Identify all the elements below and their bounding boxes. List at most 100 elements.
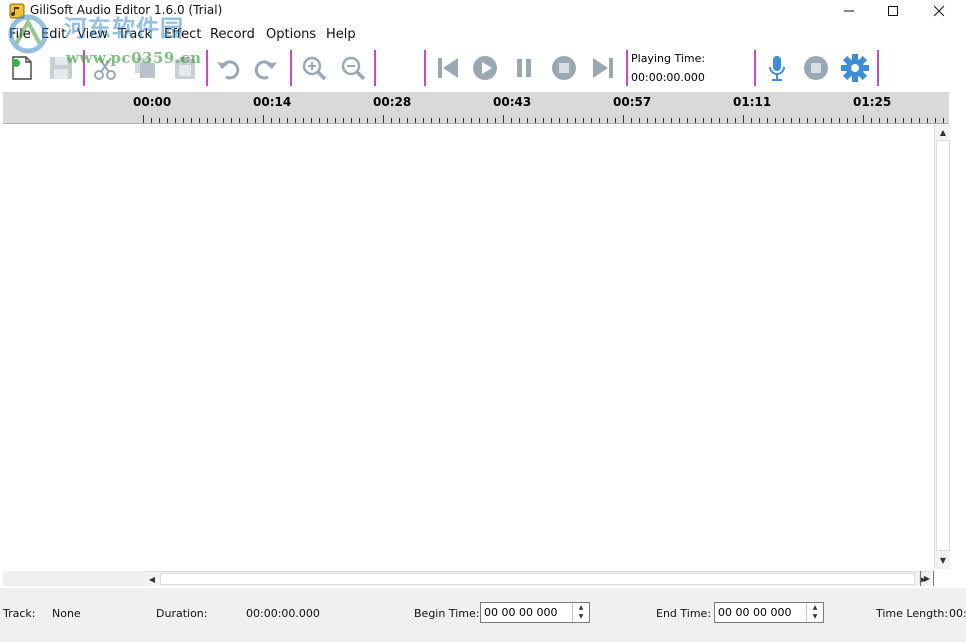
ruler-tick bbox=[607, 118, 608, 123]
vertical-scrollbar[interactable]: ▲ ▼ bbox=[934, 124, 950, 569]
scroll-left-icon[interactable]: ◀ bbox=[145, 572, 159, 586]
ruler-label: 00:14 bbox=[253, 95, 292, 109]
playing-time-value: 00:00:00.000 bbox=[631, 71, 705, 84]
step-down-icon[interactable]: ▼ bbox=[573, 612, 589, 621]
pause-icon[interactable] bbox=[507, 51, 541, 85]
ruler-tick bbox=[391, 118, 392, 123]
step-up-icon[interactable]: ▲ bbox=[573, 603, 589, 612]
watermark-url: www.pc0359.cn bbox=[66, 49, 202, 67]
toolbar-separator bbox=[424, 50, 426, 86]
skip-forward-icon[interactable] bbox=[586, 51, 620, 85]
ruler-tick bbox=[751, 118, 752, 123]
ruler-tick bbox=[311, 118, 312, 123]
ruler-tick bbox=[231, 118, 232, 123]
end-time-value: 00 00 00 000 bbox=[718, 606, 792, 619]
ruler-tick bbox=[543, 118, 544, 123]
ruler-tick bbox=[919, 118, 920, 123]
ruler-tick bbox=[495, 118, 496, 123]
ruler-tick bbox=[423, 118, 424, 123]
ruler-tick bbox=[655, 118, 656, 123]
ruler-tick bbox=[159, 118, 160, 123]
ruler-tick bbox=[319, 118, 320, 123]
ruler-tick bbox=[687, 118, 688, 123]
ruler-tick bbox=[535, 118, 536, 123]
ruler-tick bbox=[335, 118, 336, 123]
ruler-tick bbox=[599, 118, 600, 123]
ruler-tick bbox=[215, 118, 216, 123]
begin-time-stepper[interactable]: ▲ ▼ bbox=[572, 603, 589, 622]
step-up-icon[interactable]: ▲ bbox=[807, 603, 823, 612]
end-time-input[interactable]: 00 00 00 000 ▲ ▼ bbox=[714, 602, 824, 623]
ruler-tick bbox=[575, 118, 576, 123]
ruler-tick bbox=[775, 118, 776, 123]
ruler-tick bbox=[839, 118, 840, 123]
ruler-tick bbox=[303, 118, 304, 123]
ruler-tick bbox=[175, 118, 176, 123]
ruler-tick bbox=[143, 115, 144, 123]
stop-icon[interactable] bbox=[547, 51, 581, 85]
zoom-in-icon[interactable] bbox=[297, 51, 331, 85]
close-button[interactable] bbox=[916, 0, 962, 22]
ruler-tick bbox=[927, 118, 928, 123]
ruler-tick bbox=[703, 118, 704, 123]
ruler-tick bbox=[511, 118, 512, 123]
vertical-scroll-thumb[interactable] bbox=[936, 140, 950, 551]
record-stop-icon[interactable] bbox=[799, 51, 833, 85]
end-time-stepper[interactable]: ▲ ▼ bbox=[806, 603, 823, 622]
ruler-tick bbox=[247, 118, 248, 123]
ruler-tick bbox=[359, 118, 360, 123]
toolbar-separator bbox=[754, 50, 756, 86]
scroll-down-icon[interactable]: ▼ bbox=[936, 553, 950, 567]
ruler-tick bbox=[439, 118, 440, 123]
playing-time-display: Playing Time: 00:00:00.000 bbox=[630, 50, 754, 86]
scroll-right-end-icon[interactable]: ▶ bbox=[920, 571, 934, 586]
ruler-tick bbox=[199, 118, 200, 123]
ruler-tick bbox=[559, 118, 560, 123]
watermark-logo bbox=[6, 14, 50, 54]
ruler-tick bbox=[647, 118, 648, 123]
ruler-tick bbox=[287, 118, 288, 123]
track-area[interactable] bbox=[3, 124, 934, 569]
duration-label: Duration: bbox=[156, 607, 208, 620]
toolbar-separator bbox=[290, 50, 292, 86]
ruler-tick bbox=[815, 118, 816, 123]
ruler-tick bbox=[447, 118, 448, 123]
timeline-ruler[interactable]: 00:00 00:14 00:28 00:43 00:57 01:11 01:2… bbox=[3, 92, 949, 124]
ruler-tick bbox=[367, 118, 368, 123]
begin-time-value: 00 00 00 000 bbox=[484, 606, 558, 619]
ruler-tick bbox=[767, 118, 768, 123]
minimize-button[interactable] bbox=[826, 0, 872, 22]
undo-icon[interactable] bbox=[211, 51, 245, 85]
ruler-label: 01:25 bbox=[853, 95, 892, 109]
menu-record[interactable]: Record bbox=[210, 27, 255, 42]
ruler-tick bbox=[471, 118, 472, 123]
new-file-icon[interactable] bbox=[5, 51, 39, 85]
end-time-label: End Time: bbox=[656, 607, 712, 620]
toolbar-separator bbox=[626, 50, 628, 86]
ruler-tick bbox=[295, 118, 296, 123]
step-down-icon[interactable]: ▼ bbox=[807, 612, 823, 621]
begin-time-input[interactable]: 00 00 00 000 ▲ ▼ bbox=[480, 602, 590, 623]
play-icon[interactable] bbox=[468, 51, 502, 85]
redo-icon[interactable] bbox=[249, 51, 283, 85]
microphone-icon[interactable] bbox=[760, 51, 794, 85]
settings-gear-icon[interactable] bbox=[838, 51, 872, 85]
horizontal-scrollbar[interactable]: ◀ ▶ bbox=[145, 571, 931, 586]
begin-time-label: Begin Time: bbox=[414, 607, 480, 620]
ruler-label: 01:11 bbox=[733, 95, 772, 109]
ruler-tick bbox=[823, 118, 824, 123]
horizontal-scroll-thumb[interactable] bbox=[160, 573, 915, 585]
ruler-tick bbox=[343, 118, 344, 123]
status-bar: Track: None Duration: 00:00:00.000 Begin… bbox=[0, 588, 966, 642]
zoom-out-icon[interactable] bbox=[336, 51, 370, 85]
playing-time-label: Playing Time: bbox=[631, 52, 706, 65]
maximize-button[interactable] bbox=[870, 0, 916, 22]
menu-options[interactable]: Options bbox=[266, 27, 316, 42]
skip-back-icon[interactable] bbox=[431, 51, 465, 85]
toolbar-separator bbox=[374, 50, 376, 86]
menu-help[interactable]: Help bbox=[326, 27, 356, 42]
ruler-tick bbox=[743, 115, 744, 123]
ruler-tick bbox=[431, 118, 432, 123]
scroll-up-icon[interactable]: ▲ bbox=[936, 125, 950, 139]
ruler-tick bbox=[375, 118, 376, 123]
